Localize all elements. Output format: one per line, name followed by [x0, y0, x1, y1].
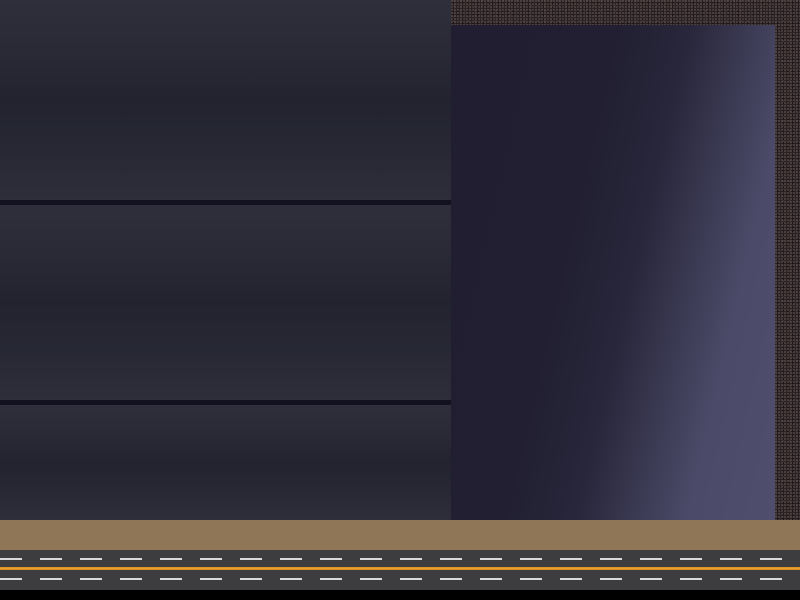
door-panel	[451, 25, 775, 520]
wall-plank	[0, 205, 451, 400]
wall-plank	[0, 405, 451, 520]
wall-plank	[0, 0, 451, 200]
lane-marking	[0, 558, 800, 560]
road-edge	[0, 590, 800, 600]
game-scene	[0, 0, 800, 600]
lane-marking	[0, 578, 800, 580]
road	[0, 550, 800, 590]
road-center-line	[0, 567, 800, 570]
dirt-ground	[0, 520, 800, 550]
